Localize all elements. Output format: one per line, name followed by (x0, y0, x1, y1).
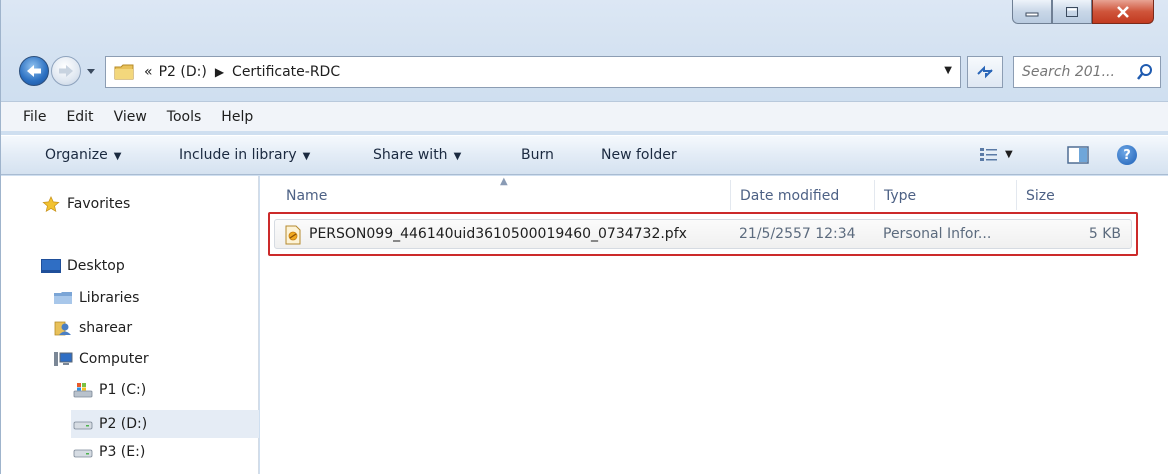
address-overflow[interactable]: « (144, 64, 153, 80)
search-icon[interactable] (1136, 63, 1154, 81)
refresh-button[interactable] (967, 56, 1003, 88)
column-header-type[interactable]: Type (884, 188, 916, 204)
star-icon (42, 196, 60, 212)
maximize-button[interactable] (1052, 0, 1092, 24)
nav-item-desktop[interactable]: Desktop (41, 258, 125, 274)
column-divider[interactable] (874, 180, 875, 210)
file-name: PERSON099_446140uid3610500019460_0734732… (309, 226, 687, 242)
forward-button[interactable] (51, 56, 81, 86)
column-divider[interactable] (730, 180, 731, 210)
user-folder-icon (54, 321, 71, 336)
menu-help[interactable]: Help (221, 109, 253, 125)
nav-label-favorites: Favorites (67, 196, 131, 212)
address-bar[interactable]: « P2 (D:) ▶ Certificate-RDC ▼ (105, 56, 961, 88)
nav-item-libraries[interactable]: Libraries (53, 290, 139, 306)
view-details-icon (980, 148, 997, 161)
help-button[interactable]: ? (1117, 145, 1137, 165)
menu-bar: File Edit View Tools Help (1, 101, 1168, 131)
column-divider[interactable] (1016, 180, 1017, 210)
file-date-modified: 21/5/2557 12:34 (739, 226, 856, 242)
back-arrow-icon (27, 65, 41, 77)
search-input[interactable]: Search 201... (1013, 56, 1161, 88)
breadcrumb-folder[interactable]: Certificate-RDC (232, 64, 340, 80)
help-icon: ? (1123, 147, 1131, 163)
nav-item-computer[interactable]: Computer (53, 351, 149, 367)
share-dropdown-icon: ▼ (453, 151, 462, 162)
recent-pages-dropdown-icon[interactable] (85, 65, 97, 77)
maximize-icon (1066, 6, 1078, 17)
minimize-button[interactable] (1012, 0, 1052, 24)
address-history-dropdown-icon[interactable]: ▼ (944, 65, 952, 76)
desktop-icon (41, 259, 61, 273)
highlight-box: PERSON099_446140uid3610500019460_0734732… (268, 212, 1138, 256)
nav-item-drive-c[interactable]: P1 (C:) (73, 382, 146, 398)
drive-icon (73, 449, 93, 458)
include-in-library-label: Include in library (179, 147, 297, 163)
file-size: 5 KB (1088, 226, 1121, 242)
refresh-icon (977, 65, 993, 79)
folder-icon (114, 64, 134, 80)
menu-edit[interactable]: Edit (66, 109, 93, 125)
command-bar: Organize ▼ Include in library ▼ Share with… (1, 135, 1168, 175)
explorer-window: « P2 (D:) ▶ Certificate-RDC ▼ Search 201… (0, 0, 1168, 474)
close-button[interactable] (1092, 0, 1154, 24)
nav-item-favorites[interactable]: Favorites (41, 196, 130, 212)
file-row[interactable]: PERSON099_446140uid3610500019460_0734732… (274, 219, 1132, 249)
close-icon (1117, 5, 1129, 18)
view-dropdown-icon: ▼ (1005, 148, 1013, 160)
nav-item-user[interactable]: sharear (53, 320, 132, 336)
drive-icon (73, 421, 93, 430)
nav-label-libraries: Libraries (79, 290, 140, 306)
file-type: Personal Infor... (883, 226, 992, 242)
breadcrumb-separator-icon[interactable]: ▶ (215, 65, 224, 79)
column-header-size[interactable]: Size (1026, 188, 1055, 204)
column-header-name[interactable]: Name (286, 188, 327, 204)
back-button[interactable] (19, 56, 49, 86)
share-with-button[interactable]: Share with ▼ (373, 147, 461, 163)
menu-tools[interactable]: Tools (167, 109, 202, 125)
sort-ascending-icon: ▲ (500, 176, 508, 187)
share-with-label: Share with (373, 147, 448, 163)
preview-pane-button[interactable] (1067, 146, 1089, 168)
file-list: ▲ Name Date modified Type Size PERSON099… (260, 176, 1168, 474)
navigation-pane: Favorites Desktop Libraries sharear Comp… (1, 176, 259, 474)
forward-arrow-icon (59, 65, 73, 77)
burn-button[interactable]: Burn (521, 147, 554, 163)
include-in-library-button[interactable]: Include in library ▼ (179, 147, 310, 163)
organize-button[interactable]: Organize ▼ (45, 147, 121, 163)
nav-label-user: sharear (79, 320, 133, 336)
nav-label-drive-c: P1 (C:) (99, 382, 147, 398)
menu-view[interactable]: View (114, 109, 147, 125)
address-row: « P2 (D:) ▶ Certificate-RDC ▼ Search 201… (1, 52, 1168, 92)
certificate-file-icon (285, 225, 301, 245)
change-view-button[interactable]: ▼ (979, 146, 1013, 162)
include-dropdown-icon: ▼ (302, 151, 311, 162)
libraries-icon (54, 292, 72, 304)
organize-label: Organize (45, 147, 108, 163)
menu-file[interactable]: File (23, 109, 46, 125)
window-controls (1012, 0, 1154, 28)
preview-pane-icon (1067, 146, 1089, 164)
organize-dropdown-icon: ▼ (113, 151, 122, 162)
nav-item-drive-d[interactable]: P2 (D:) (71, 410, 259, 438)
computer-icon (54, 352, 73, 366)
column-header-date[interactable]: Date modified (740, 188, 839, 204)
minimize-icon (1025, 12, 1039, 16)
nav-label-desktop: Desktop (67, 258, 125, 274)
burn-label: Burn (521, 147, 554, 163)
nav-label-computer: Computer (79, 351, 149, 367)
search-placeholder: Search 201... (1022, 64, 1115, 80)
nav-label-drive-d: P2 (D:) (99, 416, 148, 432)
new-folder-label: New folder (601, 147, 677, 163)
system-drive-icon (73, 383, 93, 398)
breadcrumb-drive[interactable]: P2 (D:) (159, 64, 207, 80)
new-folder-button[interactable]: New folder (601, 147, 677, 163)
nav-item-drive-e[interactable]: P3 (E:) (73, 444, 145, 460)
nav-label-drive-e: P3 (E:) (99, 444, 146, 460)
